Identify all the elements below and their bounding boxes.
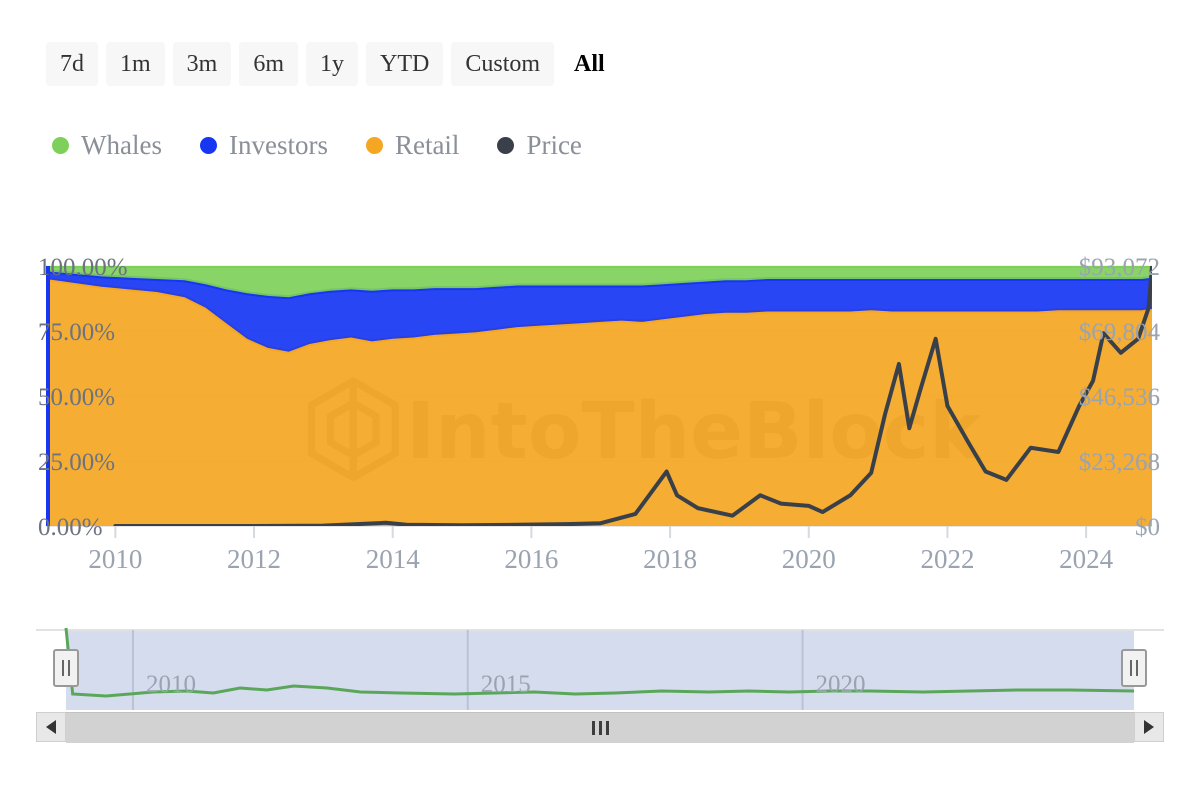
range-button-7d[interactable]: 7d — [46, 42, 98, 86]
legend-label-whales: Whales — [81, 130, 162, 160]
scroll-left-arrow-icon — [46, 720, 56, 734]
scrollbar-track[interactable] — [66, 712, 1134, 743]
svg-text:$0: $0 — [1135, 514, 1160, 541]
svg-text:$93,072: $93,072 — [1079, 254, 1160, 281]
main-chart[interactable]: IntoTheBlock 0.00% 25.00% 50.00% 75.00% 100.… — [0, 236, 1200, 596]
chart-legend: Whales Investors Retail Price — [52, 132, 582, 159]
svg-text:2020: 2020 — [816, 671, 866, 698]
svg-text:100.00%: 100.00% — [38, 254, 128, 281]
legend-dot-icon-retail — [365, 137, 383, 154]
legend-dot-icon-price — [497, 137, 515, 154]
svg-text:2018: 2018 — [643, 544, 697, 574]
navigator-content: 2010 2015 2020 — [36, 627, 1164, 710]
svg-text:25.00%: 25.00% — [38, 449, 115, 476]
svg-text:IntoTheBlock: IntoTheBlock — [406, 387, 983, 477]
svg-text:2010: 2010 — [88, 544, 142, 574]
range-button-6m[interactable]: 6m — [239, 42, 299, 86]
legend-label-price: Price — [526, 130, 582, 160]
svg-text:$23,268: $23,268 — [1079, 449, 1160, 476]
navigator-right-handle[interactable] — [1121, 649, 1147, 687]
legend-label-investors: Investors — [228, 130, 328, 160]
range-button-1y[interactable]: 1y — [306, 42, 359, 86]
svg-text:2012: 2012 — [227, 544, 281, 574]
range-button-3m[interactable]: 3m — [172, 42, 232, 86]
scroll-right-arrow-icon — [1144, 720, 1154, 734]
svg-text:50.00%: 50.00% — [38, 384, 115, 411]
svg-text:0.00%: 0.00% — [38, 514, 103, 541]
range-button-custom[interactable]: Custom — [451, 42, 555, 86]
range-button-all[interactable]: All — [562, 42, 617, 86]
chart-scrollbar[interactable] — [36, 712, 1164, 743]
range-button-ytd[interactable]: YTD — [366, 42, 444, 86]
legend-item-price[interactable]: Price — [497, 130, 582, 160]
scroll-right-button[interactable] — [1134, 712, 1164, 742]
range-selector: 7d 1m 3m 6m 1y YTD Custom All — [46, 42, 617, 86]
svg-text:2015: 2015 — [481, 671, 531, 698]
svg-text:$46,536: $46,536 — [1079, 384, 1160, 411]
svg-text:$69,804: $69,804 — [1079, 319, 1161, 346]
chart-plot-svg: IntoTheBlock 0.00% 25.00% 50.00% 75.00% 100.… — [38, 254, 1161, 574]
svg-text:2024: 2024 — [1059, 544, 1114, 574]
legend-dot-icon-investors — [199, 137, 217, 154]
legend-item-retail[interactable]: Retail — [365, 130, 460, 160]
scroll-left-button[interactable] — [36, 712, 66, 742]
navigator-left-handle[interactable] — [53, 649, 79, 687]
legend-item-whales[interactable]: Whales — [52, 132, 162, 159]
legend-dot-icon-whales — [52, 137, 69, 154]
svg-text:2016: 2016 — [504, 544, 558, 574]
svg-text:2014: 2014 — [366, 544, 421, 574]
scrollbar-grip-icon — [591, 721, 609, 735]
legend-item-investors[interactable]: Investors — [199, 130, 328, 160]
svg-text:2020: 2020 — [782, 544, 836, 574]
range-button-1m[interactable]: 1m — [106, 42, 165, 86]
svg-text:75.00%: 75.00% — [38, 319, 115, 346]
svg-text:2010: 2010 — [146, 671, 196, 698]
x-axis-labels: 2010 2012 2014 2016 2018 2020 2022 2024 — [88, 526, 1114, 574]
svg-text:2022: 2022 — [920, 544, 974, 574]
legend-label-retail: Retail — [394, 130, 460, 160]
